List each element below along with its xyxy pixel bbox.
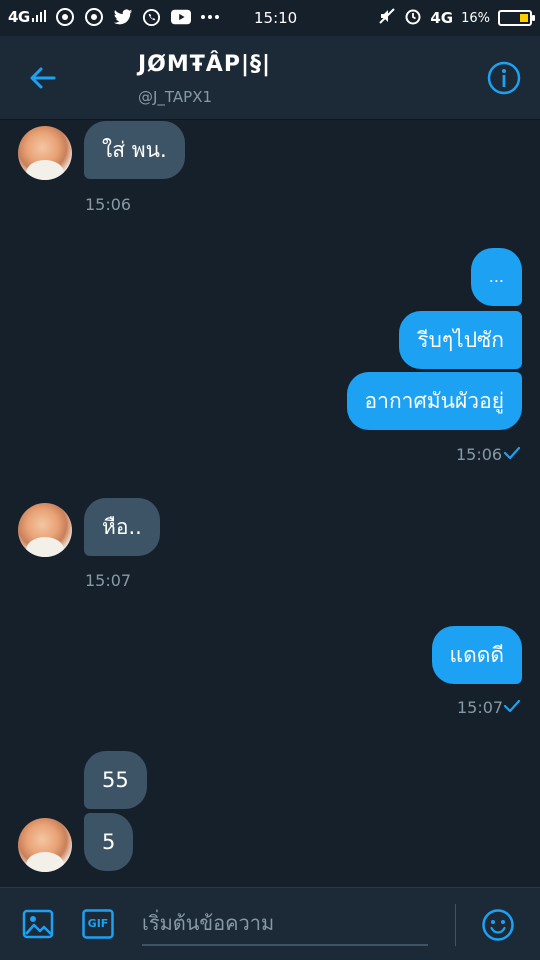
message-bubble[interactable]: แดดดี (431, 626, 522, 684)
battery-icon (498, 10, 535, 26)
message-bubble[interactable]: หือ.. (84, 498, 160, 556)
message-timestamp: 15:07 (457, 698, 504, 717)
read-check-icon (503, 446, 521, 460)
message-bubble[interactable]: อากาศมันผัวอยู่ (346, 372, 522, 430)
message-timestamp: 15:07 (85, 571, 132, 590)
message-input[interactable] (142, 902, 428, 946)
signal-icon (31, 10, 46, 22)
avatar (18, 818, 72, 872)
clock: 15:10 (254, 9, 298, 27)
network-type-right: 4G (430, 9, 454, 27)
mute-icon (378, 7, 396, 29)
battery-percent: 16% (461, 10, 490, 26)
conversation-header: JØMŦÂP|§| @J_TAPX1 (0, 36, 540, 120)
message-bubble[interactable]: ... (470, 248, 522, 306)
arrow-left-icon[interactable] (28, 64, 56, 92)
network-type: 4G (8, 8, 30, 26)
whatsapp-icon (142, 7, 162, 27)
gif-icon[interactable]: GIF (82, 909, 114, 939)
chrome-icon (55, 7, 75, 27)
gif-label: GIF (87, 917, 109, 930)
status-bar: 4G 15:10 4G 16% (0, 0, 540, 36)
network-indicator: 4G (8, 8, 46, 26)
read-check-icon (503, 699, 521, 713)
message-timestamp: 15:06 (85, 195, 132, 214)
twitter-icon (113, 7, 133, 27)
contact-handle: @J_TAPX1 (138, 88, 213, 106)
info-icon[interactable] (486, 60, 522, 96)
message-composer: GIF (0, 887, 540, 960)
contact-name: JØMŦÂP|§| (138, 52, 272, 77)
message-timestamp: 15:06 (456, 445, 503, 464)
message-bubble[interactable]: รีบๆไปซัก (399, 311, 522, 369)
message-bubble[interactable]: 5 (84, 813, 134, 871)
message-bubble[interactable]: ใส่ พน. (84, 121, 185, 179)
emoji-icon[interactable] (481, 908, 515, 942)
avatar (18, 126, 72, 180)
message-bubble[interactable]: 55 (84, 751, 147, 809)
avatar (18, 503, 72, 557)
youtube-icon (170, 7, 191, 27)
chrome-icon (84, 7, 104, 27)
alarm-icon (404, 7, 422, 29)
more-icon (200, 7, 220, 27)
composer-divider (455, 904, 456, 946)
image-icon[interactable] (22, 908, 54, 940)
